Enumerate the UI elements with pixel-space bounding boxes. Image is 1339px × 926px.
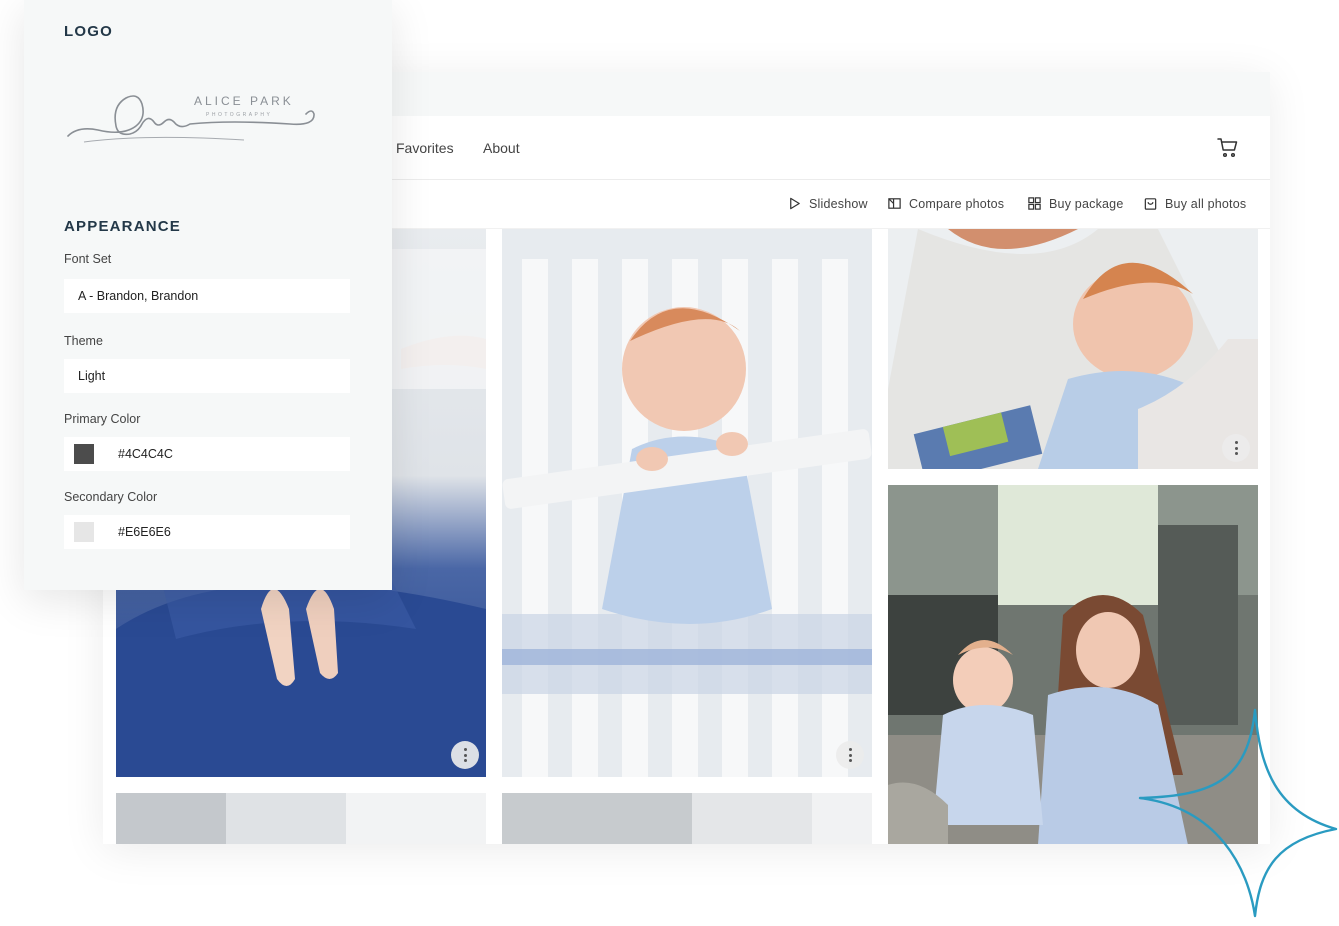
secondary-color-label: Secondary Color — [64, 490, 158, 504]
nav-favorites[interactable]: Favorites — [396, 140, 454, 156]
compare-icon — [888, 198, 901, 209]
buy-package-label: Buy package — [1049, 196, 1124, 211]
slideshow-button[interactable]: Slideshow — [787, 196, 868, 211]
slideshow-label: Slideshow — [809, 196, 868, 211]
theme-label: Theme — [64, 334, 103, 348]
nav-about[interactable]: About — [483, 140, 520, 156]
secondary-color-field[interactable]: #E6E6E6 — [64, 515, 350, 549]
dot — [848, 753, 852, 757]
photo-bottom-middle[interactable] — [502, 793, 872, 844]
more-options-button[interactable] — [451, 741, 479, 769]
photo-baby-crib[interactable] — [502, 229, 872, 777]
bag-icon — [1144, 198, 1157, 210]
primary-color-swatch[interactable] — [74, 444, 94, 464]
logo-heading: LOGO — [64, 23, 113, 40]
sparkle-icon — [1138, 708, 1338, 918]
photo-image — [888, 229, 1258, 469]
photo-image — [502, 229, 872, 777]
dot — [463, 753, 467, 757]
secondary-color-swatch[interactable] — [74, 522, 94, 542]
dot — [463, 748, 467, 751]
font-set-select[interactable]: A - Brandon, Brandon — [64, 279, 350, 313]
photo-image — [116, 793, 486, 844]
dot — [848, 759, 852, 762]
buy-package-button[interactable]: Buy package — [1027, 196, 1123, 211]
dot — [848, 748, 852, 751]
settings-panel: LOGO ALICE PARK PHOTOGRAPHY APPEARANCE F… — [24, 0, 392, 590]
secondary-color-value: #E6E6E6 — [118, 525, 171, 539]
dot — [1234, 446, 1238, 450]
font-set-value: A - Brandon, Brandon — [78, 289, 199, 303]
primary-color-field[interactable]: #4C4C4C — [64, 437, 350, 471]
buy-all-photos-label: Buy all photos — [1165, 196, 1247, 211]
compare-photos-button[interactable]: Compare photos — [887, 196, 1004, 211]
cart-icon[interactable] — [1216, 136, 1240, 160]
theme-select[interactable]: Light — [64, 359, 350, 393]
more-options-button[interactable] — [836, 741, 864, 769]
buy-all-photos-button[interactable]: Buy all photos — [1143, 196, 1246, 211]
dot — [463, 759, 467, 762]
appearance-heading: APPEARANCE — [64, 218, 182, 235]
more-options-button[interactable] — [1222, 434, 1250, 462]
primary-color-label: Primary Color — [64, 412, 141, 426]
photo-bottom-left[interactable] — [116, 793, 486, 844]
primary-color-value: #4C4C4C — [118, 447, 173, 461]
font-set-label: Font Set — [64, 252, 112, 266]
photo-baby-reading[interactable] — [888, 229, 1258, 469]
dot — [1234, 452, 1238, 455]
theme-value: Light — [78, 369, 106, 383]
logo-text: ALICE PARK — [194, 94, 294, 108]
play-icon — [790, 197, 800, 210]
dot — [1234, 441, 1238, 444]
photo-image — [502, 793, 872, 844]
grid-icon — [1028, 197, 1041, 210]
logo-subtext: PHOTOGRAPHY — [206, 112, 272, 118]
logo-signature-image: ALICE PARK PHOTOGRAPHY — [67, 94, 315, 143]
compare-photos-label: Compare photos — [909, 196, 1005, 211]
